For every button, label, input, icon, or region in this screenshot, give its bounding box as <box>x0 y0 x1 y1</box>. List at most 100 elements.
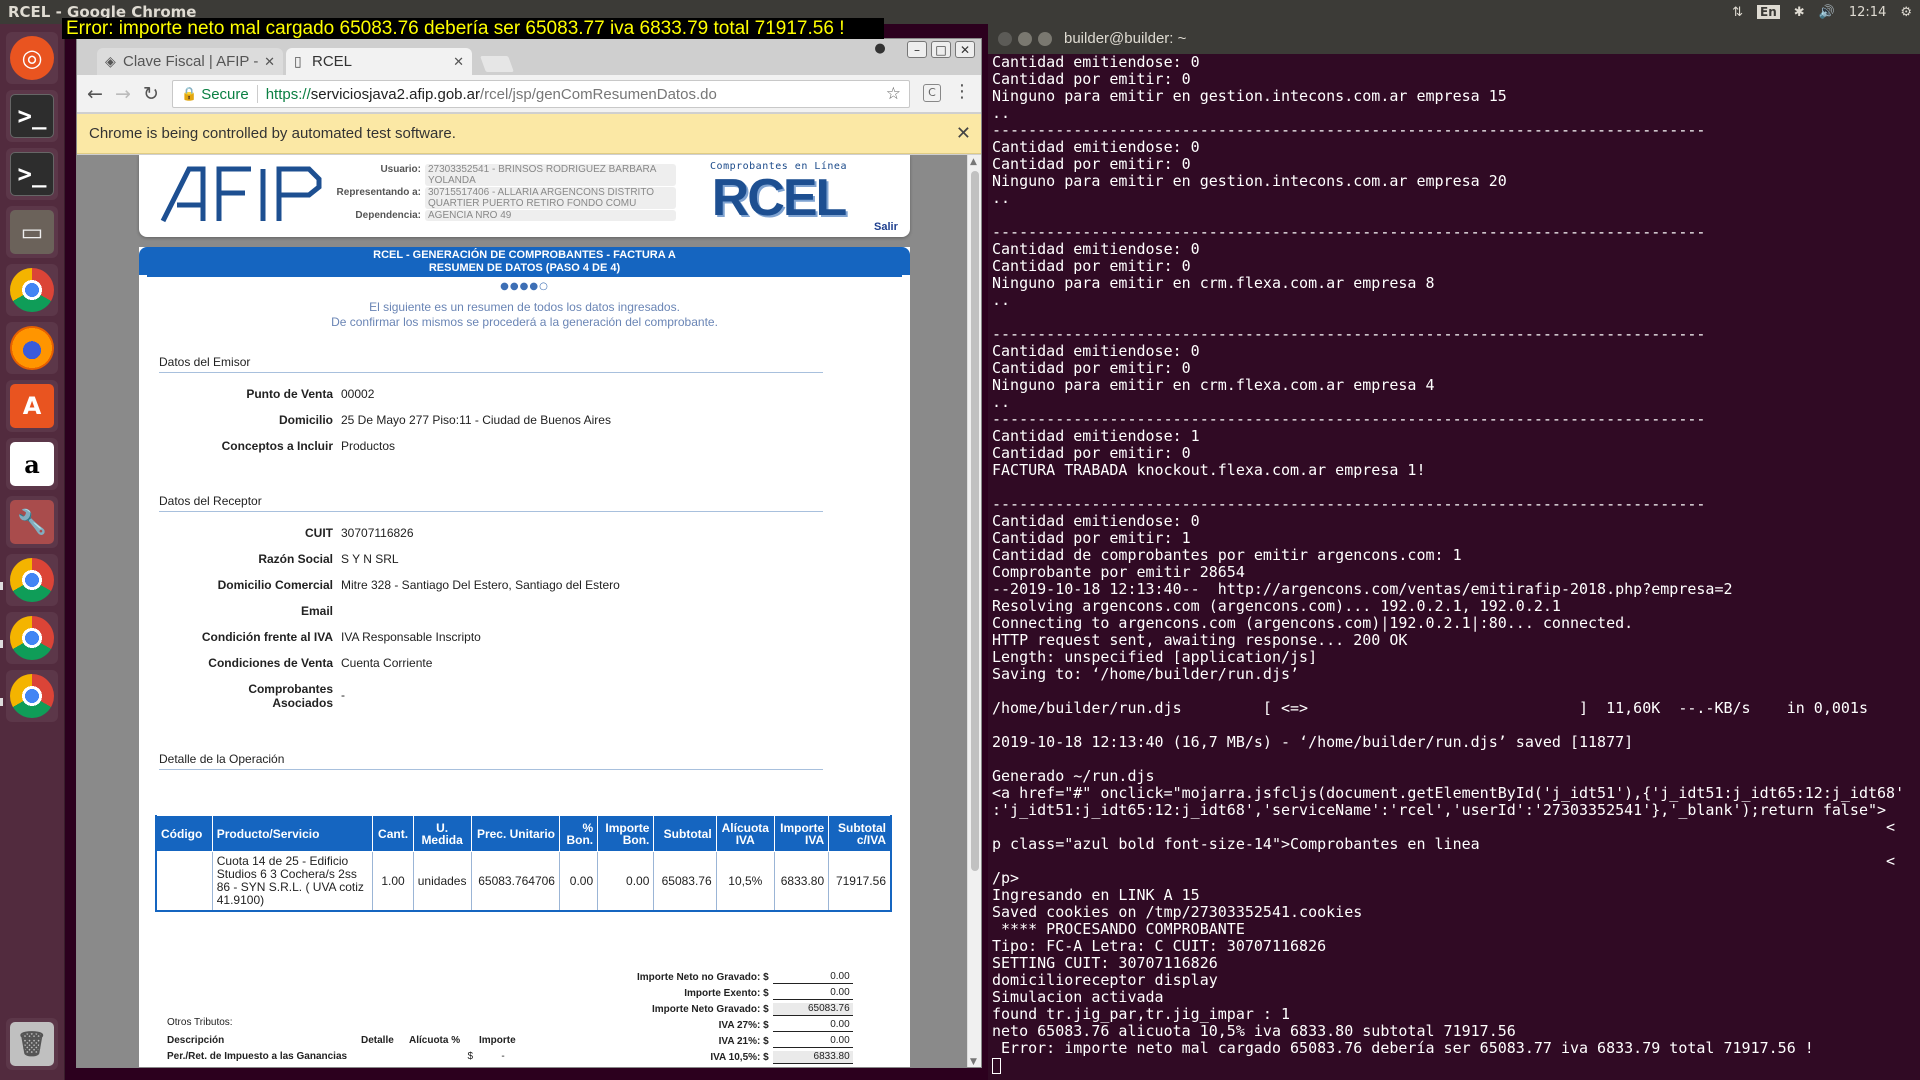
terminal-line: ----------------------------------------… <box>992 410 1706 428</box>
salir-link[interactable]: Salir <box>874 221 898 233</box>
launcher-terminal-button[interactable]: >_ <box>6 90 58 142</box>
tributo-row: Per./Ret. de Impuesto a las Ganancias $ - <box>167 1048 527 1064</box>
terminal-icon: >_ <box>10 94 54 138</box>
lock-icon: 🔒 <box>181 86 198 101</box>
chrome-menu-icon[interactable]: ⋮ <box>953 81 971 102</box>
terminal-line: /home/builder/run.djs [ <=> ] 11,60K --.… <box>992 699 1868 717</box>
scrollbar-thumb[interactable] <box>971 171 979 871</box>
total-label: Importe Exento: $ <box>684 987 769 999</box>
total-row: IVA 21%: $0.00 <box>637 1033 853 1049</box>
launcher-files-button[interactable]: ▭ <box>6 206 58 258</box>
condicion-iva-value: IVA Responsable Inscripto <box>341 630 481 644</box>
terminal-line: .. <box>992 393 1011 411</box>
terminal-line: < <box>992 852 1896 870</box>
network-icon[interactable]: ⇅ <box>1732 5 1743 20</box>
razon-social-value: S Y N SRL <box>341 552 399 566</box>
terminal-line: Cantidad por emitir: 0 <box>992 257 1191 275</box>
bluetooth-icon[interactable]: ✱ <box>1794 5 1805 20</box>
launcher-trash-button[interactable]: 🗑 <box>6 1018 58 1070</box>
total-label: Importe Neto Gravado: $ <box>651 1003 769 1015</box>
window-close-button[interactable]: ✕ <box>955 41 975 58</box>
cell-subtotal: 65083.76 <box>653 851 717 912</box>
total-label: Importe Neto no Gravado: $ <box>637 971 769 983</box>
terminal-line: ----------------------------------------… <box>992 223 1706 241</box>
conceptos-value: Productos <box>341 439 396 453</box>
secure-label: Secure <box>201 85 249 103</box>
forward-button[interactable]: → <box>111 83 135 105</box>
page-scrollbar[interactable]: ▲ ▼ <box>967 155 981 1067</box>
error-banner: Error: importe neto mal cargado 65083.76… <box>62 18 884 39</box>
terminal-maximize-button[interactable] <box>1038 32 1052 46</box>
total-value: 0.00 <box>773 1067 853 1068</box>
new-tab-button[interactable] <box>480 56 514 72</box>
launcher-firefox-button[interactable] <box>6 322 58 374</box>
comprobantes-asociados-label: Comprobantes Asociados <box>139 682 341 710</box>
launcher-ubuntu-button[interactable]: ◎ <box>6 32 58 84</box>
terminal-line: Generado ~/run.djs <box>992 767 1155 785</box>
razon-social-label: Razón Social <box>258 552 333 566</box>
terminal-line: Connecting to argencons.com (argencons.c… <box>992 614 1634 632</box>
total-value: 6833.80 <box>772 1050 853 1064</box>
launcher-chrome-button[interactable] <box>6 264 58 316</box>
terminal-line: FACTURA TRABADA knockout.flexa.com.ar em… <box>992 461 1426 479</box>
scroll-up-icon[interactable]: ▲ <box>970 157 977 167</box>
launcher-chrome-4-button[interactable] <box>6 670 58 722</box>
tab-label: RCEL <box>312 53 353 70</box>
email-row: Email <box>139 604 899 618</box>
reload-button[interactable]: ↻ <box>139 83 163 105</box>
col-prec-unitario: Prec. Unitario <box>470 815 560 852</box>
terminal-line: .. <box>992 189 1011 207</box>
back-button[interactable]: ← <box>83 83 107 105</box>
terminal-minimize-button[interactable] <box>1018 32 1032 46</box>
usuario-value: 27303352541 - BRINSOS RODRIGUEZ BARBARA … <box>425 164 676 186</box>
clock[interactable]: 12:14 <box>1849 5 1886 20</box>
gear-icon[interactable]: ⚙ <box>1900 5 1912 20</box>
profile-icon[interactable]: ● <box>869 39 891 57</box>
terminal-title: builder@builder: ~ <box>1064 30 1187 47</box>
terminal-line: Comprobante por emitir 28654 <box>992 563 1245 581</box>
volume-icon[interactable]: 🔊 <box>1819 5 1835 20</box>
terminal-line: SETTING CUIT: 30707116826 <box>992 954 1218 972</box>
total-row: IVA 10,5%: $6833.80 <box>637 1049 853 1065</box>
scroll-down-icon[interactable]: ▼ <box>970 1057 977 1067</box>
terminal-line: Ninguno para emitir en gestion.intecons.… <box>992 87 1507 105</box>
terminal-close-button[interactable] <box>998 32 1012 46</box>
tab-clave-fiscal[interactable]: ◈ Clave Fiscal | AFIP - ✕ <box>97 48 283 75</box>
maximize-button[interactable]: □ <box>931 41 951 58</box>
launcher-settings-button[interactable]: 🔧 <box>6 496 58 548</box>
col-bon: % Bon. <box>558 815 599 852</box>
tab-rcel[interactable]: ▯ RCEL ✕ <box>286 48 472 75</box>
conceptos-label: Conceptos a Incluir <box>221 439 333 453</box>
minimize-button[interactable]: – <box>907 41 927 58</box>
keyboard-layout-indicator[interactable]: En <box>1757 5 1780 19</box>
representando-label: Representando a: <box>336 187 421 198</box>
tributo-descripcion: Per./Ret. de IVA <box>167 1067 361 1068</box>
launcher-chrome-3-button[interactable] <box>6 612 58 664</box>
launcher-software-button[interactable]: A <box>6 380 58 432</box>
bookmark-star-icon[interactable]: ☆ <box>886 84 901 104</box>
extension-icon[interactable]: C <box>923 84 941 102</box>
chrome-icon <box>10 616 54 660</box>
close-icon[interactable]: ✕ <box>956 123 971 144</box>
terminal-prompt-line[interactable] <box>992 1057 1917 1074</box>
launcher-terminal-2-button[interactable]: >_ <box>6 148 58 200</box>
col-subtotal: Subtotal <box>653 815 717 852</box>
close-icon[interactable]: ✕ <box>453 54 464 70</box>
total-label: IVA 27%: $ <box>718 1019 769 1031</box>
chrome-window: ◈ Clave Fiscal | AFIP - ✕ ▯ RCEL ✕ ● – □… <box>76 38 982 1068</box>
ubuntu-logo-icon: ◎ <box>10 36 54 80</box>
address-bar[interactable]: 🔒 Secure https://serviciosjava2.afip.gob… <box>172 80 910 108</box>
launcher-chrome-2-button[interactable] <box>6 554 58 606</box>
launcher-amazon-button[interactable]: a <box>6 438 58 490</box>
terminal-line: ----------------------------------------… <box>992 325 1706 343</box>
close-icon[interactable]: ✕ <box>264 54 275 70</box>
terminal-output[interactable]: Cantidad emitiendose: 0 Cantidad por emit… <box>992 54 1917 1074</box>
punto-venta-row: Punto de Venta 00002 <box>139 387 899 401</box>
domicilio-row: Domicilio 25 De Mayo 277 Piso:11 - Ciudad… <box>139 413 899 427</box>
tributos-header: Descripción Detalle Alícuota % Importe <box>167 1032 527 1048</box>
razon-social-row: Razón Social S Y N SRL <box>139 552 899 566</box>
email-label: Email <box>300 604 333 618</box>
col-codigo: Código <box>154 815 213 852</box>
